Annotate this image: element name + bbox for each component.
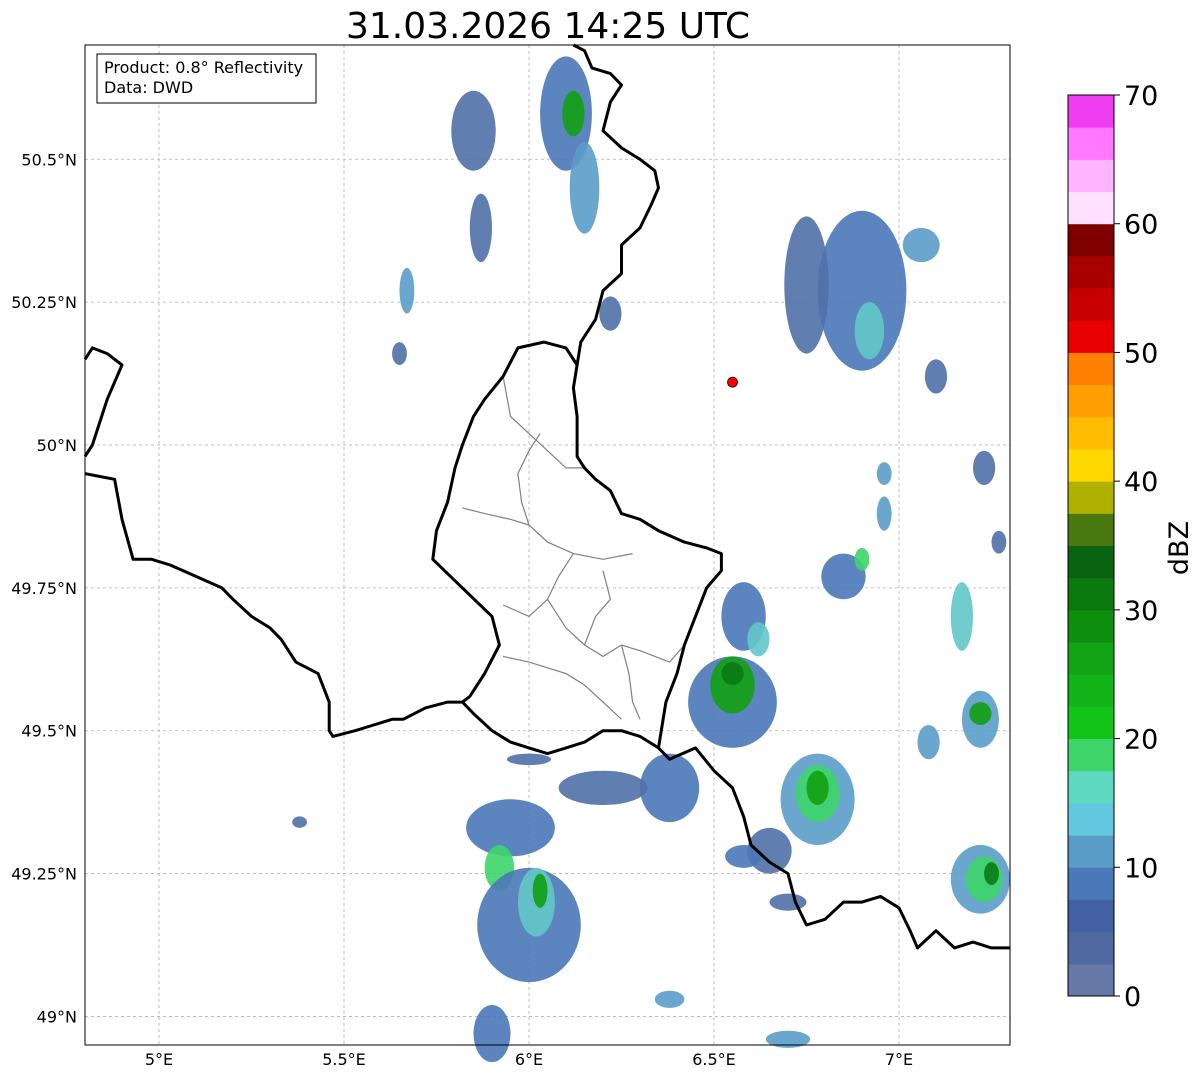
colorbar-tick-label: 30 — [1124, 596, 1158, 627]
lat-tick-label: 50.25°N — [11, 293, 77, 312]
info-data-source: Data: DWD — [104, 78, 193, 97]
echo-cell — [991, 530, 1007, 554]
echo-cell — [569, 142, 600, 234]
echo-cell — [973, 450, 996, 485]
colorbar-cell — [1068, 738, 1114, 772]
lon-tick-label: 7°E — [885, 1050, 913, 1069]
colorbar-ticks: 0 10 20 30 40 50 60 70 — [1114, 81, 1158, 1013]
echo-cell — [506, 753, 552, 765]
radar-site-layer — [727, 376, 738, 388]
echo-cell — [902, 227, 940, 263]
colorbar-cell — [1068, 384, 1114, 418]
colorbar-cell — [1068, 577, 1114, 611]
lon-tick-label: 5.5°E — [322, 1050, 366, 1069]
echo-cell — [917, 725, 940, 760]
echo-cell — [558, 770, 648, 805]
echo-cell — [466, 799, 555, 857]
radar-figure: 31.03.2026 14:25 UTC 5°E 5.5°E 6°E 6.5°E 7°E… — [11, 6, 1195, 1069]
echo-cell — [969, 702, 992, 725]
colorbar-tick-label: 40 — [1124, 467, 1158, 498]
echo-cell — [806, 770, 829, 805]
colorbar-cell — [1068, 320, 1114, 353]
colorbar-cell — [1068, 352, 1114, 386]
echo-cell — [654, 990, 685, 1008]
colorbar-cell — [1068, 448, 1114, 482]
colorbar-cell — [1068, 770, 1114, 804]
colorbar-cell — [1068, 288, 1114, 321]
lon-tick-label: 5°E — [145, 1050, 173, 1069]
echo-cell — [399, 267, 415, 314]
info-box: Product: 0.8° Reflectivity Data: DWD — [96, 53, 317, 104]
echo-cell — [562, 90, 585, 137]
colorbar-cell — [1068, 931, 1114, 965]
echo-cell — [721, 662, 744, 685]
echo-cell — [876, 496, 892, 531]
echo-cell — [532, 873, 548, 908]
figure-title: 31.03.2026 14:25 UTC — [346, 6, 750, 47]
echo-cell — [473, 1005, 511, 1063]
lat-tick-label: 49.75°N — [11, 579, 77, 598]
radar-site-marker — [727, 376, 738, 388]
colorbar-cell — [1068, 706, 1114, 740]
echo-cell — [924, 359, 948, 394]
colorbar-tick-label: 0 — [1124, 982, 1141, 1013]
colorbar-cell — [1068, 899, 1114, 933]
echo-cell — [599, 296, 622, 331]
echo-cell — [854, 302, 885, 360]
echo-cell — [876, 462, 892, 486]
colorbar-label: dBZ — [1164, 521, 1195, 575]
lat-tick-label: 49.5°N — [21, 722, 77, 741]
colorbar-tick-label: 60 — [1124, 210, 1158, 241]
echo-cell — [784, 216, 829, 354]
echo-cell — [747, 622, 770, 657]
lon-tick-label: 6°E — [515, 1050, 543, 1069]
colorbar-tick-label: 10 — [1124, 853, 1158, 884]
colorbar-cell — [1068, 513, 1114, 546]
colorbar: 0 10 20 30 40 50 60 70 dBZ — [1067, 81, 1195, 1013]
echo-cell — [292, 816, 307, 828]
lat-tick-label: 50°N — [37, 436, 77, 455]
colorbar-cell — [1068, 191, 1114, 225]
lon-tick-label: 6.5°E — [692, 1050, 736, 1069]
echo-cell — [640, 753, 700, 823]
colorbar-cell — [1068, 642, 1114, 675]
echo-cell — [392, 342, 407, 366]
echo-cell — [451, 90, 496, 171]
colorbar-cell — [1068, 127, 1114, 160]
echo-cell — [469, 193, 492, 263]
colorbar-tick-label: 20 — [1124, 725, 1158, 756]
colorbar-cell — [1068, 95, 1114, 128]
colorbar-cell — [1068, 802, 1114, 836]
colorbar-cell — [1068, 835, 1114, 868]
colorbar-cell — [1068, 609, 1114, 643]
colorbar-cell — [1068, 255, 1114, 289]
lat-tick-label: 50.5°N — [21, 150, 77, 169]
colorbar-cells — [1068, 95, 1114, 997]
lat-tick-label: 49°N — [37, 1007, 77, 1026]
colorbar-cell — [1068, 159, 1114, 193]
colorbar-cell — [1068, 481, 1114, 514]
echo-cell — [769, 893, 807, 911]
colorbar-cell — [1068, 674, 1114, 707]
map-area — [83, 43, 1011, 1063]
colorbar-tick-label: 50 — [1124, 338, 1158, 369]
echo-cell — [854, 547, 870, 571]
echo-cell — [984, 862, 999, 885]
colorbar-cell — [1068, 223, 1114, 257]
colorbar-cell — [1068, 545, 1114, 579]
info-product: Product: 0.8° Reflectivity — [104, 58, 303, 77]
colorbar-tick-label: 70 — [1124, 81, 1158, 112]
colorbar-cell — [1068, 867, 1114, 900]
lat-tick-label: 49.25°N — [11, 865, 77, 884]
colorbar-cell — [1068, 963, 1114, 997]
colorbar-cell — [1068, 416, 1114, 450]
echo-cell — [950, 582, 974, 651]
